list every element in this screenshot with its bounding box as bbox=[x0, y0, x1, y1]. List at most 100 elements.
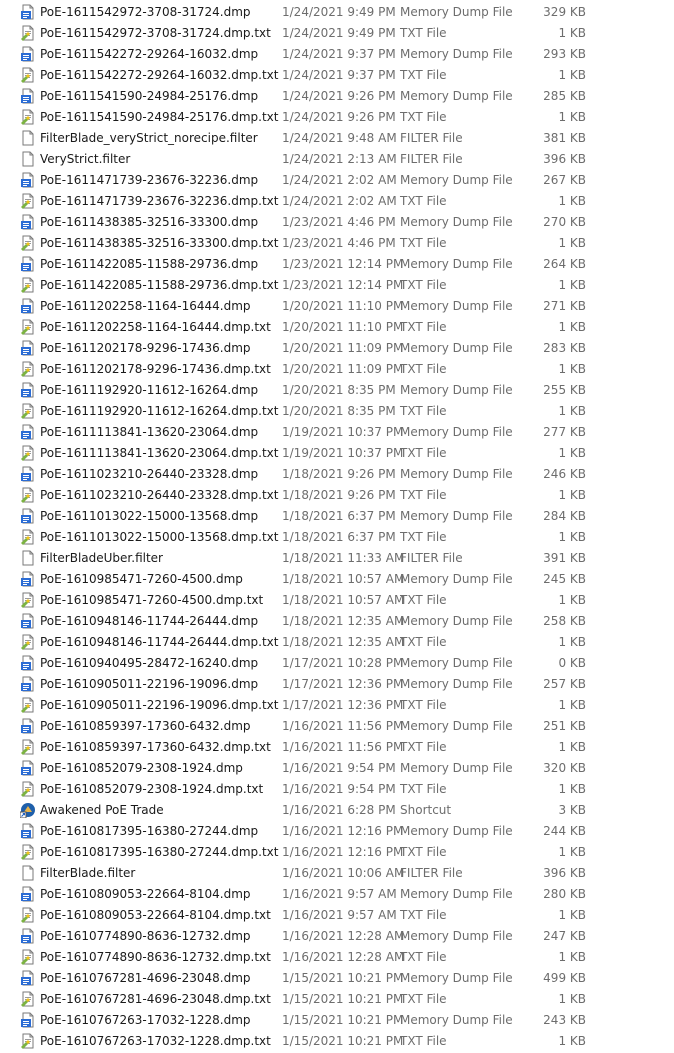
file-row[interactable]: PoE-1611438385-32516-33300.dmp 1/23/2021 … bbox=[0, 212, 674, 233]
file-name: PoE-1611542272-29264-16032.dmp.txt bbox=[40, 68, 279, 82]
file-row[interactable]: PoE-1611542972-3708-31724.dmp 1/24/2021 9… bbox=[0, 2, 674, 23]
file-row[interactable]: PoE-1610767263-17032-1228.dmp 1/15/2021 1… bbox=[0, 1010, 674, 1031]
file-row[interactable]: PoE-1611013022-15000-13568.dmp 1/18/2021 … bbox=[0, 506, 674, 527]
txt-file-icon bbox=[20, 781, 36, 797]
file-type: TXT File bbox=[400, 320, 447, 334]
file-name: PoE-1610905011-22196-19096.dmp.txt bbox=[40, 698, 279, 712]
file-row[interactable]: PoE-1610767281-4696-23048.dmp 1/15/2021 1… bbox=[0, 968, 674, 989]
file-row[interactable]: PoE-1611541590-24984-25176.dmp 1/24/2021 … bbox=[0, 86, 674, 107]
file-row[interactable]: PoE-1611471739-23676-32236.dmp.txt 1/24/2… bbox=[0, 191, 674, 212]
file-row[interactable]: PoE-1611013022-15000-13568.dmp.txt 1/18/2… bbox=[0, 527, 674, 548]
file-row[interactable]: PoE-1610767263-17032-1228.dmp.txt 1/15/20… bbox=[0, 1031, 674, 1052]
file-date-modified: 1/23/2021 12:14 PM bbox=[282, 257, 404, 271]
file-type: TXT File bbox=[400, 740, 447, 754]
file-name: PoE-1611542972-3708-31724.dmp bbox=[40, 5, 251, 19]
file-row[interactable]: PoE-1610809053-22664-8104.dmp 1/16/2021 9… bbox=[0, 884, 674, 905]
file-row[interactable]: PoE-1610774890-8636-12732.dmp.txt 1/16/20… bbox=[0, 947, 674, 968]
txt-file-icon bbox=[20, 739, 36, 755]
file-row[interactable]: PoE-1611471739-23676-32236.dmp 1/24/2021 … bbox=[0, 170, 674, 191]
file-row[interactable]: PoE-1611422085-11588-29736.dmp.txt 1/23/2… bbox=[0, 275, 674, 296]
file-row[interactable]: PoE-1610905011-22196-19096.dmp 1/17/2021 … bbox=[0, 674, 674, 695]
file-name: PoE-1610852079-2308-1924.dmp.txt bbox=[40, 782, 264, 796]
file-date-modified: 1/24/2021 9:49 PM bbox=[282, 26, 396, 40]
file-row[interactable]: PoE-1610985471-7260-4500.dmp.txt 1/18/202… bbox=[0, 590, 674, 611]
file-row[interactable]: PoE-1611542272-29264-16032.dmp.txt 1/24/2… bbox=[0, 65, 674, 86]
file-name: PoE-1611202258-1164-16444.dmp bbox=[40, 299, 251, 313]
filter-file-icon bbox=[20, 865, 36, 881]
file-row[interactable]: PoE-1611202258-1164-16444.dmp 1/20/2021 1… bbox=[0, 296, 674, 317]
file-size: 396 KB bbox=[543, 866, 586, 880]
file-row[interactable]: PoE-1611541590-24984-25176.dmp.txt 1/24/2… bbox=[0, 107, 674, 128]
file-size: 329 KB bbox=[543, 5, 586, 19]
file-name: PoE-1611113841-13620-23064.dmp.txt bbox=[40, 446, 279, 460]
file-type: Memory Dump File bbox=[400, 299, 513, 313]
file-row[interactable]: FilterBlade.filter 1/16/2021 10:06 AM FILT… bbox=[0, 863, 674, 884]
file-name: PoE-1610767263-17032-1228.dmp.txt bbox=[40, 1034, 271, 1048]
file-date-modified: 1/20/2021 11:10 PM bbox=[282, 320, 404, 334]
file-type: TXT File bbox=[400, 110, 447, 124]
file-row[interactable]: VeryStrict.filter 1/24/2021 2:13 AM FILTER… bbox=[0, 149, 674, 170]
dmp-file-icon bbox=[20, 214, 36, 230]
file-row[interactable]: PoE-1611023210-26440-23328.dmp.txt 1/18/2… bbox=[0, 485, 674, 506]
file-row[interactable]: PoE-1610985471-7260-4500.dmp 1/18/2021 10… bbox=[0, 569, 674, 590]
file-row[interactable]: PoE-1610940495-28472-16240.dmp 1/17/2021 … bbox=[0, 653, 674, 674]
file-row[interactable]: PoE-1610905011-22196-19096.dmp.txt 1/17/2… bbox=[0, 695, 674, 716]
file-date-modified: 1/16/2021 10:06 AM bbox=[282, 866, 405, 880]
file-name: PoE-1611013022-15000-13568.dmp.txt bbox=[40, 530, 279, 544]
txt-file-icon bbox=[20, 697, 36, 713]
file-size: 1 KB bbox=[558, 194, 586, 208]
file-date-modified: 1/18/2021 9:26 PM bbox=[282, 467, 396, 481]
file-type: TXT File bbox=[400, 488, 447, 502]
txt-file-icon bbox=[20, 487, 36, 503]
file-row[interactable]: PoE-1611023210-26440-23328.dmp 1/18/2021 … bbox=[0, 464, 674, 485]
file-date-modified: 1/16/2021 9:54 PM bbox=[282, 782, 396, 796]
file-date-modified: 1/16/2021 6:28 PM bbox=[282, 803, 396, 817]
file-row[interactable]: PoE-1610948146-11744-26444.dmp 1/18/2021 … bbox=[0, 611, 674, 632]
file-row[interactable]: PoE-1611202258-1164-16444.dmp.txt 1/20/20… bbox=[0, 317, 674, 338]
file-row[interactable]: Awakened PoE Trade 1/16/2021 6:28 PM Short… bbox=[0, 800, 674, 821]
shortcut-icon bbox=[19, 802, 36, 819]
file-row[interactable]: PoE-1610817395-16380-27244.dmp 1/16/2021 … bbox=[0, 821, 674, 842]
file-row[interactable]: PoE-1611192920-11612-16264.dmp 1/20/2021 … bbox=[0, 380, 674, 401]
file-row[interactable]: PoE-1610852079-2308-1924.dmp 1/16/2021 9:… bbox=[0, 758, 674, 779]
file-row[interactable]: PoE-1610809053-22664-8104.dmp.txt 1/16/20… bbox=[0, 905, 674, 926]
file-name: Awakened PoE Trade bbox=[40, 803, 164, 817]
file-row[interactable]: PoE-1611192920-11612-16264.dmp.txt 1/20/2… bbox=[0, 401, 674, 422]
file-row[interactable]: FilterBladeUber.filter 1/18/2021 11:33 AM… bbox=[0, 548, 674, 569]
file-row[interactable]: PoE-1610859397-17360-6432.dmp 1/16/2021 1… bbox=[0, 716, 674, 737]
file-date-modified: 1/15/2021 10:21 PM bbox=[282, 1013, 404, 1027]
file-row[interactable]: FilterBlade_veryStrict_norecipe.filter 1/… bbox=[0, 128, 674, 149]
file-row[interactable]: PoE-1611202178-9296-17436.dmp 1/20/2021 1… bbox=[0, 338, 674, 359]
file-name: PoE-1610985471-7260-4500.dmp.txt bbox=[40, 593, 264, 607]
file-type: FILTER File bbox=[400, 866, 463, 880]
file-type: TXT File bbox=[400, 635, 447, 649]
dmp-file-icon bbox=[20, 928, 36, 944]
file-row[interactable]: PoE-1610948146-11744-26444.dmp.txt 1/18/2… bbox=[0, 632, 674, 653]
file-size: 247 KB bbox=[543, 929, 586, 943]
file-date-modified: 1/16/2021 9:57 AM bbox=[282, 908, 397, 922]
file-name: PoE-1611471739-23676-32236.dmp.txt bbox=[40, 194, 279, 208]
file-type: TXT File bbox=[400, 446, 447, 460]
file-type: Memory Dump File bbox=[400, 824, 513, 838]
dmp-file-icon bbox=[20, 571, 36, 587]
file-type: Memory Dump File bbox=[400, 572, 513, 586]
file-date-modified: 1/16/2021 11:56 PM bbox=[282, 740, 404, 754]
file-name: PoE-1610767263-17032-1228.dmp bbox=[40, 1013, 251, 1027]
file-row[interactable]: PoE-1611113841-13620-23064.dmp 1/19/2021 … bbox=[0, 422, 674, 443]
file-type: Memory Dump File bbox=[400, 1013, 513, 1027]
file-row[interactable]: PoE-1610774890-8636-12732.dmp 1/16/2021 1… bbox=[0, 926, 674, 947]
file-row[interactable]: PoE-1611202178-9296-17436.dmp.txt 1/20/20… bbox=[0, 359, 674, 380]
file-type: Memory Dump File bbox=[400, 614, 513, 628]
file-row[interactable]: PoE-1611438385-32516-33300.dmp.txt 1/23/2… bbox=[0, 233, 674, 254]
file-row[interactable]: PoE-1611422085-11588-29736.dmp 1/23/2021 … bbox=[0, 254, 674, 275]
file-size: 277 KB bbox=[543, 425, 586, 439]
file-row[interactable]: PoE-1611542272-29264-16032.dmp 1/24/2021 … bbox=[0, 44, 674, 65]
file-row[interactable]: PoE-1610852079-2308-1924.dmp.txt 1/16/202… bbox=[0, 779, 674, 800]
file-row[interactable]: PoE-1611113841-13620-23064.dmp.txt 1/19/2… bbox=[0, 443, 674, 464]
file-row[interactable]: PoE-1610859397-17360-6432.dmp.txt 1/16/20… bbox=[0, 737, 674, 758]
txt-file-icon bbox=[20, 991, 36, 1007]
file-row[interactable]: PoE-1610817395-16380-27244.dmp.txt 1/16/2… bbox=[0, 842, 674, 863]
file-row[interactable]: PoE-1611542972-3708-31724.dmp.txt 1/24/20… bbox=[0, 23, 674, 44]
file-type: Memory Dump File bbox=[400, 887, 513, 901]
file-row[interactable]: PoE-1610767281-4696-23048.dmp.txt 1/15/20… bbox=[0, 989, 674, 1010]
